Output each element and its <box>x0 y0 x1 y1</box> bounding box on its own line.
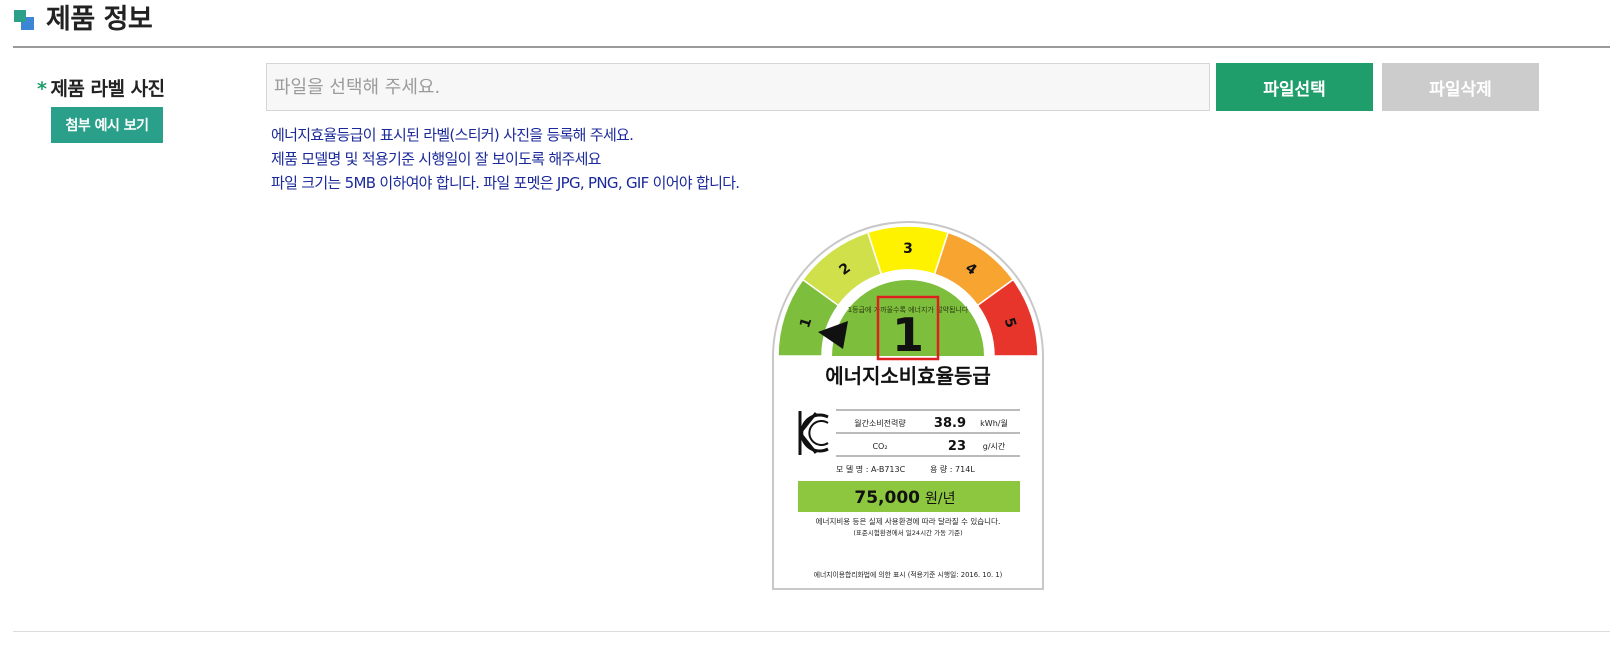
select-file-button[interactable]: 파일선택 <box>1216 63 1373 111</box>
cost-note: 에너지비용 등은 실제 사용환경에 따라 달라질 수 있습니다. <box>816 516 1001 526</box>
cost-unit: 원/년 <box>925 491 955 507</box>
cost-note-sub: (표준시험환경에서 일24시간 가동 기준) <box>853 528 962 537</box>
capacity-line: 용 량 : 714L <box>930 464 975 474</box>
note-line: 에너지효율등급이 표시된 라벨(스티커) 사진을 등록해 주세요. <box>271 126 634 144</box>
row-unit: kWh/월 <box>980 418 1008 428</box>
section-header: 제품 정보 <box>14 0 153 46</box>
energy-label-image: 12345 1등급에 가까울수록 에너지가 절약됩니다 1 에너지소비효율등급 … <box>770 217 1046 593</box>
current-grade: 1 <box>892 308 924 362</box>
view-example-button[interactable]: 첨부 예시 보기 <box>51 107 163 143</box>
row-name: 월간소비전력량 <box>854 418 906 428</box>
field-label: * 제품 라벨 사진 <box>37 74 165 101</box>
note-line: 제품 모델명 및 적용기준 시행일이 잘 보이도록 해주세요 <box>271 150 601 168</box>
gauge-label-3: 3 <box>903 241 913 257</box>
label-title: 에너지소비효율등급 <box>825 364 991 388</box>
field-label-text: 제품 라벨 사진 <box>50 78 165 100</box>
model-line: 모 델 명 : A-B713C <box>836 464 906 474</box>
cost-value: 75,000 <box>854 488 920 508</box>
header-divider <box>13 46 1610 48</box>
file-path-input[interactable] <box>266 63 1210 111</box>
row-value: 38.9 <box>934 416 966 431</box>
section-icon <box>14 10 36 32</box>
row-unit: g/시간 <box>983 441 1006 451</box>
required-mark: * <box>37 78 47 100</box>
upload-notes: 에너지효율등급이 표시된 라벨(스티커) 사진을 등록해 주세요. 제품 모델명… <box>271 123 740 195</box>
section-bottom-divider <box>13 631 1610 632</box>
note-line: 파일 크기는 5MB 이하여야 합니다. 파일 포멧은 JPG, PNG, GI… <box>271 174 740 192</box>
section-title: 제품 정보 <box>46 3 153 35</box>
row-value: 23 <box>948 439 966 454</box>
row-name: CO₂ <box>872 442 887 451</box>
delete-file-button[interactable]: 파일삭제 <box>1382 63 1539 111</box>
label-footer: 에너지이용합리화법에 의한 표시 (적용기준 시행일: 2016. 10. 1) <box>814 570 1003 579</box>
